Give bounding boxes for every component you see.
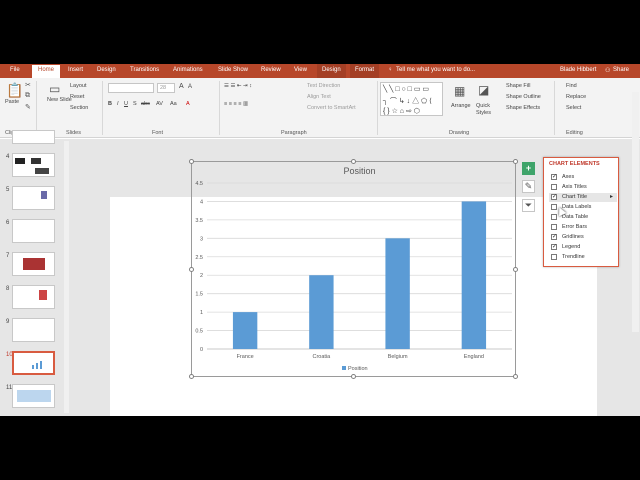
checkbox[interactable]: ✓ bbox=[551, 194, 557, 200]
chart-element-label: Axis Titles bbox=[562, 184, 587, 190]
checkbox[interactable] bbox=[551, 254, 557, 260]
chart-styles-brush-icon[interactable]: ✎ bbox=[522, 180, 535, 193]
legend-label: Position bbox=[348, 366, 368, 372]
y-tick-label: 1 bbox=[200, 310, 203, 316]
chart-title: Position bbox=[343, 166, 375, 176]
powerpoint-window: File Home Insert Design Transitions Anim… bbox=[0, 64, 640, 416]
chart-element-label: Legend bbox=[562, 244, 581, 250]
chart-element-label: Axes bbox=[562, 174, 575, 180]
checkbox[interactable]: ✓ bbox=[551, 174, 557, 180]
y-tick-label: 4.5 bbox=[195, 181, 203, 187]
checkbox[interactable] bbox=[551, 214, 557, 220]
chart-element-option[interactable]: ✓ Legend bbox=[549, 243, 617, 252]
chart-element-label: Trendline bbox=[562, 254, 585, 260]
x-tick-label: Belgium bbox=[388, 354, 408, 360]
chart-element-label: Error Bars bbox=[562, 224, 588, 230]
y-tick-label: 2 bbox=[200, 273, 203, 279]
checkbox[interactable] bbox=[551, 224, 557, 230]
y-tick-label: 4 bbox=[200, 199, 203, 205]
chart-element-option[interactable]: Trendline bbox=[549, 253, 617, 262]
chart-element-option[interactable]: Error Bars bbox=[549, 223, 617, 232]
x-tick-label: Croatia bbox=[313, 354, 332, 360]
chart-element-label: Gridlines bbox=[562, 234, 584, 240]
chart-element-option[interactable]: ✓ Chart Title ▸ bbox=[549, 193, 617, 202]
y-tick-label: 2.5 bbox=[195, 255, 203, 261]
y-tick-label: 0.5 bbox=[195, 329, 203, 335]
y-tick-label: 1.5 bbox=[195, 292, 203, 298]
chart-element-label: Data Table bbox=[562, 214, 589, 220]
bar bbox=[385, 238, 410, 349]
chart-elements-header: CHART ELEMENTS bbox=[549, 161, 600, 167]
bar bbox=[461, 201, 487, 349]
chart-element-option[interactable]: ✓ Axes bbox=[549, 173, 617, 182]
chart-element-option[interactable]: Axis Titles bbox=[549, 183, 617, 192]
chart-elements-button[interactable]: + bbox=[522, 162, 535, 175]
y-tick-label: 3 bbox=[200, 236, 203, 242]
chart-elements-panel: CHART ELEMENTS ✓ Axes Axis Titles ✓ Chart Ti… bbox=[543, 157, 619, 267]
bar bbox=[232, 312, 258, 349]
x-tick-label: France bbox=[237, 354, 254, 360]
chart-filters-funnel-icon[interactable]: ⏷ bbox=[522, 199, 535, 212]
checkbox[interactable] bbox=[551, 184, 557, 190]
legend-swatch bbox=[342, 366, 346, 370]
chart-element-label: Chart Title bbox=[562, 194, 588, 200]
y-tick-label: 3.5 bbox=[195, 218, 203, 224]
submenu-arrow-icon[interactable]: ▸ bbox=[610, 193, 613, 200]
checkbox[interactable]: ✓ bbox=[551, 244, 557, 250]
canvas-scrollbar[interactable] bbox=[632, 92, 639, 332]
bar bbox=[309, 275, 334, 349]
chart-element-label: Data Labels bbox=[562, 204, 592, 210]
x-tick-label: England bbox=[464, 354, 484, 360]
y-tick-label: 0 bbox=[200, 347, 203, 353]
checkbox[interactable]: ✓ bbox=[551, 234, 557, 240]
chart-element-option[interactable]: ✓ Gridlines bbox=[549, 233, 617, 242]
